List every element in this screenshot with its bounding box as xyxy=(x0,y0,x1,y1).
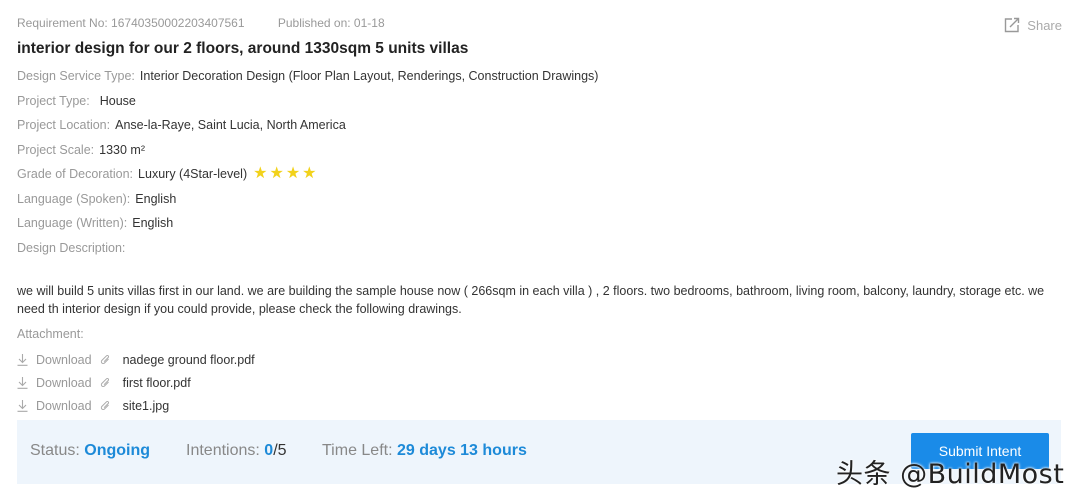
detail-project-location: Project Location: Anse-la-Raye, Saint Lu… xyxy=(17,117,598,142)
time-left-field: Time Left: 29 days 13 hours xyxy=(322,442,527,460)
attachment-file-name[interactable]: first floor.pdf xyxy=(123,376,191,390)
detail-label: Project Type: xyxy=(17,93,90,108)
attachment-item: Download site1.jpg xyxy=(17,394,255,417)
detail-design-description: Design Description: xyxy=(17,240,598,265)
detail-label: Design Service Type: xyxy=(17,69,135,83)
detail-language-written: Language (Written): English xyxy=(17,215,598,240)
star-icon: ★ xyxy=(269,165,284,182)
requirement-number: Requirement No: 16740350002203407561 xyxy=(17,16,245,30)
detail-project-type: Project Type: House xyxy=(17,93,598,118)
attachment-item: Download first floor.pdf xyxy=(17,371,255,394)
paperclip-icon xyxy=(100,377,111,389)
intentions-field: Intentions: 0/5 xyxy=(186,442,287,460)
project-details: Design Service Type: Interior Decoration… xyxy=(17,68,598,264)
attachment-file-name[interactable]: nadege ground floor.pdf xyxy=(123,353,255,367)
share-icon xyxy=(1005,17,1020,33)
detail-value: Luxury (4Star-level) xyxy=(138,167,248,181)
download-link[interactable]: Download xyxy=(17,376,92,390)
paperclip-icon xyxy=(100,354,111,366)
design-description-text: we will build 5 units villas first in ou… xyxy=(17,284,1045,316)
detail-project-scale: Project Scale: 1330 m² xyxy=(17,142,598,167)
paperclip-icon xyxy=(100,400,111,412)
download-icon xyxy=(17,399,28,412)
download-link[interactable]: Download xyxy=(17,399,92,413)
download-label: Download xyxy=(36,398,92,413)
intentions-label: Intentions: xyxy=(186,442,260,459)
status-value: Ongoing xyxy=(84,442,151,459)
download-label: Download xyxy=(36,352,92,367)
detail-label: Design Description: xyxy=(17,240,126,255)
detail-decoration-grade: Grade of Decoration: Luxury (4Star-level… xyxy=(17,166,598,191)
detail-value: House xyxy=(99,93,136,108)
detail-service-type: Design Service Type: Interior Decoration… xyxy=(17,68,598,93)
detail-value: Anse-la-Raye, Saint Lucia, North America xyxy=(115,118,346,132)
download-label: Download xyxy=(36,375,92,390)
watermark: 头条 @BuildMost xyxy=(836,459,1065,490)
star-icon: ★ xyxy=(302,165,317,182)
star-icon: ★ xyxy=(253,165,268,182)
intentions-total: /5 xyxy=(273,442,287,459)
intentions-current: 0 xyxy=(264,442,274,459)
download-icon xyxy=(17,376,28,389)
status-field: Status: Ongoing xyxy=(30,442,150,460)
attachment-list: Download nadege ground floor.pdf Downloa… xyxy=(17,348,255,417)
download-link[interactable]: Download xyxy=(17,353,92,367)
detail-label: Project Scale: xyxy=(17,142,95,157)
detail-language-spoken: Language (Spoken): English xyxy=(17,191,598,216)
detail-value: English xyxy=(135,191,177,206)
published-date: Published on: 01-18 xyxy=(277,16,385,30)
detail-value: 1330 m² xyxy=(99,142,145,157)
detail-value: Interior Decoration Design (Floor Plan L… xyxy=(139,69,599,83)
star-icon: ★ xyxy=(285,165,301,182)
attachment-file-name[interactable]: site1.jpg xyxy=(123,399,170,413)
star-rating: ★ ★ ★ ★ xyxy=(253,166,316,182)
detail-label: Project Location: xyxy=(17,118,111,132)
attachment-item: Download nadege ground floor.pdf xyxy=(17,348,255,371)
detail-label: Grade of Decoration: xyxy=(17,167,134,181)
detail-label: Language (Written): xyxy=(17,216,128,230)
attachment-label: Attachment: xyxy=(17,327,84,341)
time-left-label: Time Left: xyxy=(322,442,393,459)
share-label: Share xyxy=(1027,17,1062,33)
requirement-meta: Requirement No: 16740350002203407561 Pub… xyxy=(17,16,415,30)
time-left-value: 29 days 13 hours xyxy=(397,442,527,459)
share-button[interactable]: Share xyxy=(1003,16,1062,34)
detail-label: Language (Spoken): xyxy=(17,191,131,206)
download-icon xyxy=(17,353,28,366)
detail-value: English xyxy=(132,216,174,230)
page-title: interior design for our 2 floors, around… xyxy=(17,40,469,57)
status-label: Status: xyxy=(30,442,80,459)
